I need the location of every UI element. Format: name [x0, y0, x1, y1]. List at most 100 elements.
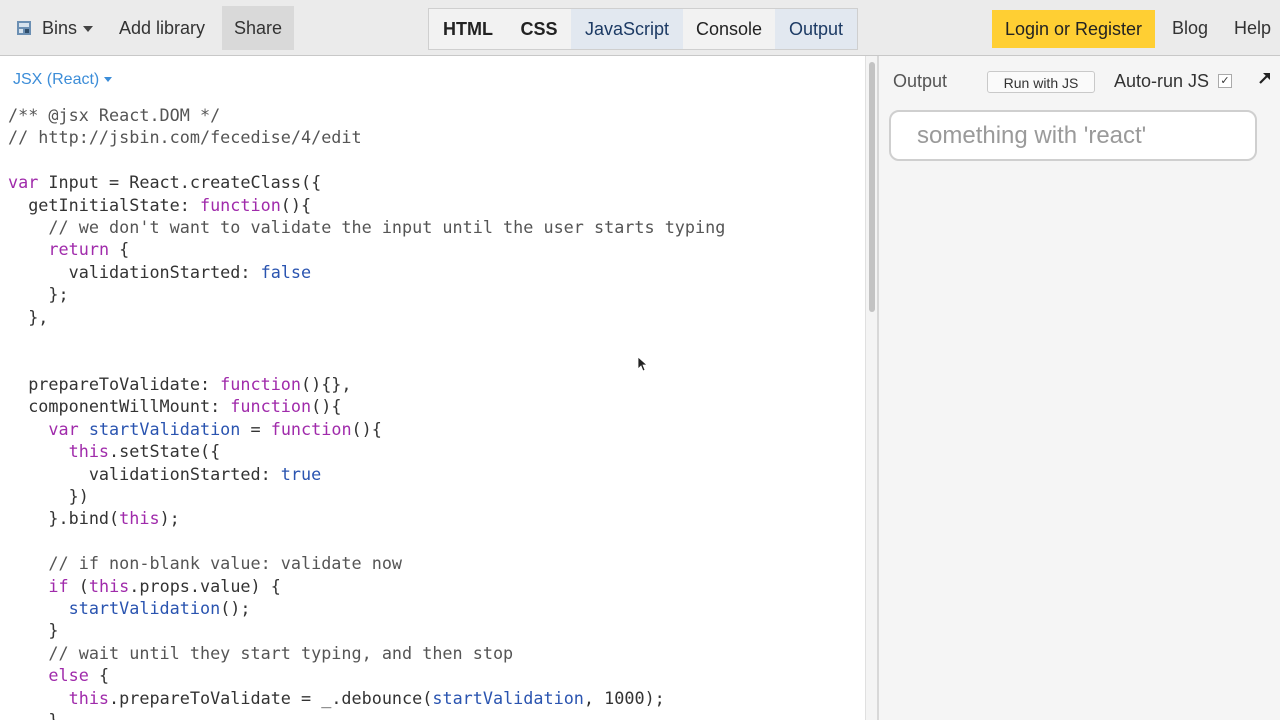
code-token: prepareToValidate:: [8, 373, 221, 394]
code-line: validationStarted: false: [8, 261, 725, 283]
help-link[interactable]: Help: [1222, 6, 1280, 50]
code-line: else {: [8, 664, 725, 686]
code-token: // http://jsbin.com/fecedise/4/edit: [8, 127, 362, 148]
code-line: ​: [8, 328, 725, 350]
code-token: );: [159, 508, 180, 529]
code-token: 1000: [604, 687, 645, 708]
code-token: }.bind(: [8, 508, 120, 529]
code-line: if (this.props.value) {: [8, 575, 725, 597]
code-line: ​: [8, 149, 725, 171]
code-line: ​: [8, 530, 725, 552]
code-token: {: [88, 665, 110, 686]
share-button[interactable]: Share: [222, 6, 294, 50]
code-line: return {: [8, 238, 725, 260]
code-line: var startValidation = function(){: [8, 418, 725, 440]
code-token: this: [119, 508, 160, 529]
code-line: validationStarted: true: [8, 463, 725, 485]
panel-css-button[interactable]: CSS: [507, 9, 571, 49]
blog-link[interactable]: Blog: [1160, 6, 1220, 50]
code-token: (){},: [301, 373, 352, 394]
code-editor[interactable]: /** @jsx React.DOM */// http://jsbin.com…: [8, 104, 725, 720]
code-token: },: [8, 306, 49, 327]
add-library-button[interactable]: Add library: [107, 6, 217, 50]
panel-output-button[interactable]: Output: [775, 9, 857, 49]
code-token: if: [48, 575, 69, 596]
chevron-down-icon: [104, 77, 113, 83]
panel-javascript-button[interactable]: JavaScript: [571, 9, 683, 49]
code-token: .prepareToValidate = _.debounce(: [109, 687, 433, 708]
code-token: {: [109, 239, 130, 260]
run-with-js-button[interactable]: Run with JS: [987, 71, 1095, 93]
code-token: startValidation: [432, 687, 584, 708]
code-token: (){: [280, 194, 312, 215]
code-token: );: [644, 687, 665, 708]
code-token: startValidation: [88, 418, 241, 439]
code-line: // wait until they start typing, and the…: [8, 642, 725, 664]
code-token: var: [48, 418, 79, 439]
code-token: ();: [220, 597, 251, 618]
code-token: validationStarted:: [8, 463, 281, 484]
code-token: // if non-blank value: validate now: [8, 553, 403, 574]
panel-console-button[interactable]: Console: [683, 9, 775, 49]
code-line: startValidation();: [8, 597, 725, 619]
code-line: // if non-blank value: validate now: [8, 552, 725, 574]
autorun-label: Auto-run JS: [1114, 71, 1210, 91]
bins-label: Bins: [42, 18, 78, 38]
code-token: return: [48, 239, 110, 260]
code-line: prepareToValidate: function(){},: [8, 373, 725, 395]
code-token: componentWillMount:: [8, 396, 231, 417]
arrow-up-right-icon[interactable]: [1256, 69, 1274, 87]
code-token: =: [240, 418, 271, 439]
panel-html-button[interactable]: HTML: [429, 9, 507, 49]
editor-scrollbar-thumb[interactable]: [869, 62, 875, 312]
code-token: }: [8, 620, 59, 641]
code-line: // we don't want to validate the input u…: [8, 216, 725, 238]
output-text-input[interactable]: [889, 110, 1257, 161]
code-token: .props.value) {: [129, 575, 281, 596]
code-line: var Input = React.createClass({: [8, 171, 725, 193]
code-token: this: [68, 687, 110, 708]
code-token: this: [88, 575, 130, 596]
code-token: // wait until they start typing, and the…: [8, 642, 514, 663]
chevron-down-icon: [83, 26, 94, 33]
output-pane-label: Output: [893, 71, 948, 91]
bins-menu-button[interactable]: Bins: [30, 6, 105, 50]
code-line: componentWillMount: function(){: [8, 395, 725, 417]
code-token: ,: [583, 687, 605, 708]
login-register-button[interactable]: Login or Register: [992, 10, 1155, 48]
code-line: }: [8, 709, 725, 720]
code-token: validationStarted:: [8, 261, 261, 282]
editor-scrollbar[interactable]: [865, 56, 877, 720]
code-line: }.bind(this);: [8, 507, 725, 529]
code-token: false: [260, 261, 312, 282]
code-token: }: [8, 709, 59, 720]
code-line: }: [8, 619, 725, 641]
autorun-checkbox[interactable]: ✓: [1218, 74, 1232, 88]
code-editor-pane[interactable]: JSX (React) /** @jsx React.DOM */// http…: [0, 56, 865, 720]
mouse-cursor-icon: [637, 356, 647, 372]
code-line: getInitialState: function(){: [8, 194, 725, 216]
code-token: this: [68, 441, 110, 462]
code-line: }): [8, 485, 725, 507]
code-token: (: [68, 575, 89, 596]
code-line: this.setState({: [8, 440, 725, 462]
code-token: }): [8, 485, 89, 506]
code-token: // we don't want to validate the input u…: [8, 217, 726, 238]
code-token: var: [8, 172, 39, 193]
code-token: Input = React.createClass({: [38, 172, 322, 193]
code-token: function: [270, 418, 352, 439]
code-line: ​: [8, 350, 725, 372]
code-token: /** @jsx React.DOM */: [8, 105, 221, 125]
code-token: getInitialState:: [8, 194, 200, 215]
code-token: };: [8, 284, 69, 305]
code-line: },: [8, 306, 725, 328]
code-token: function: [230, 396, 312, 417]
language-selector[interactable]: JSX (React): [13, 71, 113, 89]
